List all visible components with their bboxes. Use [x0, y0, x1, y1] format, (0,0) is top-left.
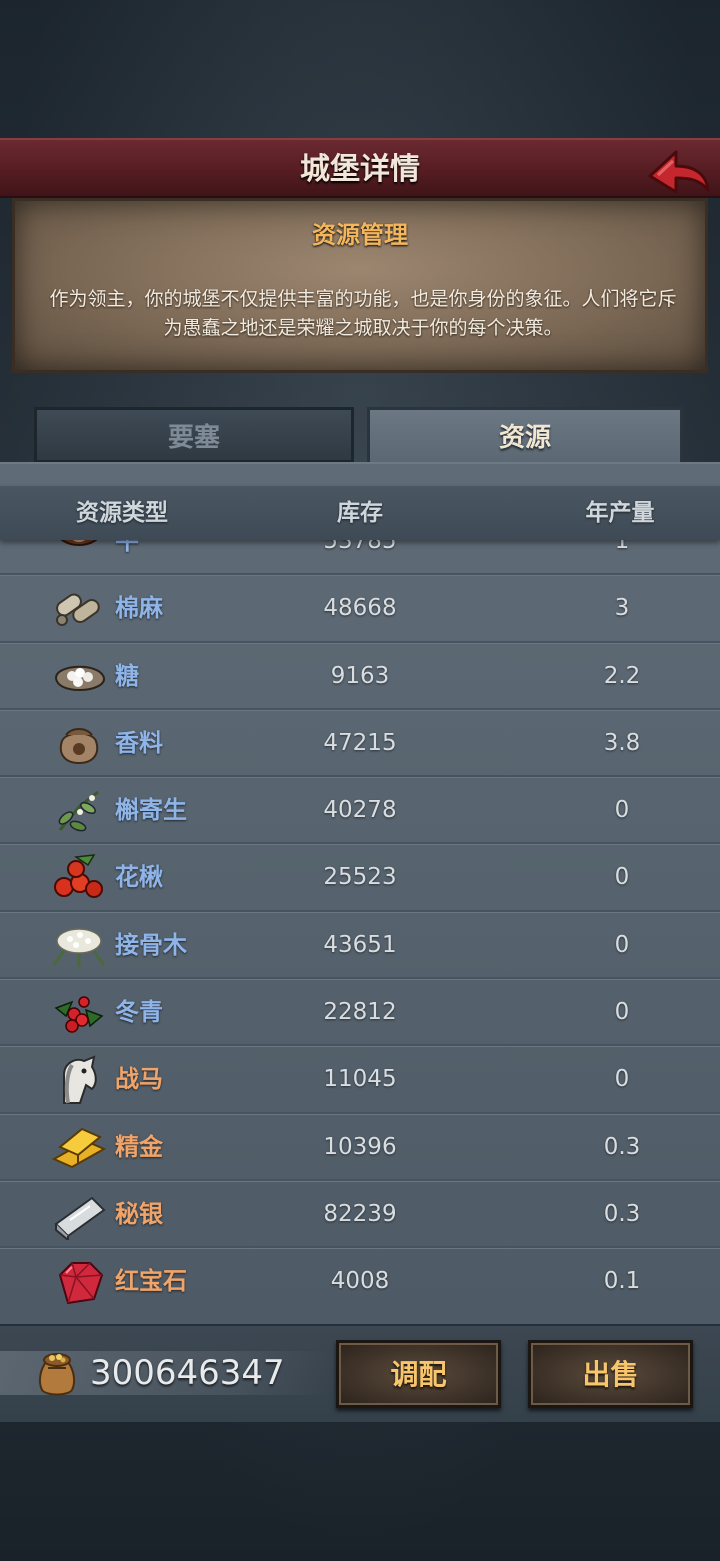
section-description: 作为领主，你的城堡不仅提供丰富的功能，也是你身份的象征。人们将它斥为愚蠢之地还是… [49, 288, 677, 339]
resource-row[interactable]: 槲寄生 40278 0 [0, 777, 720, 846]
column-header-annual-output[interactable]: 年产量 [560, 486, 680, 540]
ruby-icon [58, 1262, 104, 1305]
resource-annual-output: 0 [614, 864, 630, 891]
resource-name: 花楸 [115, 863, 163, 892]
holly-icon [54, 996, 104, 1033]
resource-name: 香料 [115, 728, 163, 757]
resource-stock: 53785 [323, 540, 397, 554]
resource-annual-output: 0.1 [603, 1268, 641, 1295]
resource-name: 牛 [115, 540, 139, 555]
resource-annual-output: 3.8 [603, 729, 641, 756]
resource-annual-output: 2.2 [603, 662, 641, 689]
resource-row[interactable]: 秘银 82239 0.3 [0, 1181, 720, 1250]
resource-row[interactable]: 战马 11045 0 [0, 1046, 720, 1115]
resource-annual-output: 0 [614, 999, 630, 1026]
resource-row[interactable]: 接骨木 43651 0 [0, 912, 720, 981]
spice-bag-icon [59, 727, 99, 764]
resource-row[interactable]: 精金 10396 0.3 [0, 1114, 720, 1183]
resource-stock: 25523 [323, 864, 397, 891]
resource-name: 红宝石 [115, 1267, 187, 1296]
resource-name: 秘银 [115, 1199, 163, 1228]
resource-row[interactable]: 棉麻 48668 3 [0, 575, 720, 644]
resource-row[interactable]: 花楸 25523 0 [0, 844, 720, 914]
resource-stock: 9163 [330, 662, 390, 689]
resource-row[interactable]: 冬青 22812 0 [0, 979, 720, 1048]
rowan-berries-icon [54, 854, 103, 899]
tab-fortress[interactable]: 要塞 [34, 407, 354, 463]
resource-stock: 82239 [323, 1200, 397, 1227]
mistletoe-icon [58, 791, 99, 832]
resource-stock: 40278 [323, 797, 397, 824]
resource-list[interactable]: 牛 53785 1 棉麻 48668 3 糖 9163 2.2 香料 47215 3.8 槲寄生 4027… [0, 540, 720, 1312]
resource-row[interactable]: 糖 9163 2.2 [0, 643, 720, 712]
resource-annual-output: 3 [614, 595, 630, 622]
resource-annual-output: 0.3 [603, 1200, 641, 1227]
resource-stock: 22812 [323, 999, 397, 1026]
cow-icon [60, 540, 98, 546]
resource-annual-output: 0.3 [603, 1133, 641, 1160]
resource-annual-output: 0 [614, 797, 630, 824]
cloth-roll-icon [56, 593, 100, 627]
table-header: 资源类型 库存 年产量 [0, 486, 720, 540]
resource-annual-output: 0 [614, 931, 630, 958]
resource-row[interactable]: 牛 53785 1 [0, 540, 720, 577]
resource-stock: 43651 [323, 931, 397, 958]
sell-button[interactable]: 出售 [528, 1340, 693, 1408]
info-panel: 资源管理 作为领主，你的城堡不仅提供丰富的功能，也是你身份的象征。人们将它斥为愚… [12, 198, 708, 373]
resource-stock: 47215 [323, 729, 397, 756]
resource-row[interactable]: 红宝石 4008 0.1 [0, 1248, 720, 1312]
resource-name: 战马 [115, 1065, 163, 1094]
title-bar: 城堡详情 [0, 138, 720, 198]
resource-annual-output: 1 [614, 540, 630, 554]
resource-name: 精金 [115, 1132, 163, 1161]
column-header-type[interactable]: 资源类型 [76, 486, 168, 540]
resource-name: 接骨木 [115, 930, 187, 959]
resource-name: 棉麻 [115, 594, 163, 623]
page-title: 城堡详情 [300, 152, 420, 187]
resource-stock: 48668 [323, 595, 397, 622]
resource-name: 槲寄生 [115, 796, 187, 825]
warhorse-icon [63, 1055, 97, 1105]
section-subtitle: 资源管理 [312, 221, 408, 249]
resource-stock: 10396 [323, 1133, 397, 1160]
resource-name: 冬青 [115, 998, 163, 1027]
back-arrow-icon [648, 150, 710, 194]
resource-annual-output: 0 [614, 1066, 630, 1093]
sugar-sack-icon [54, 665, 105, 691]
resource-name: 糖 [115, 661, 139, 690]
resource-stock: 11045 [323, 1066, 397, 1093]
resource-stock: 4008 [330, 1268, 390, 1295]
column-header-stock[interactable]: 库存 [300, 486, 420, 540]
gold-amount: 300646347 [90, 1353, 285, 1393]
back-button[interactable] [646, 146, 710, 196]
allocate-button[interactable]: 调配 [336, 1340, 501, 1408]
gold-sack-icon [38, 1353, 76, 1396]
gold-ingot-icon [51, 1127, 107, 1168]
bottom-bar: 300646347 调配 出售 [0, 1324, 720, 1422]
elder-flower-icon [52, 928, 106, 967]
tab-resources[interactable]: 资源 [367, 407, 683, 463]
resource-row[interactable]: 香料 47215 3.8 [0, 710, 720, 779]
mithril-ingot-icon [54, 1196, 106, 1240]
